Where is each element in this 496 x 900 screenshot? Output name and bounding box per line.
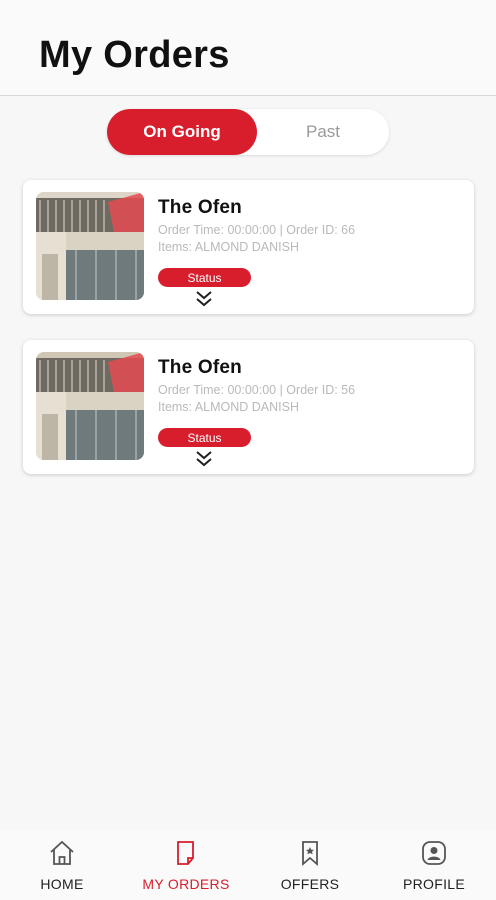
my-orders-screen: My Orders On Going Past The Ofen Order T…: [0, 0, 496, 900]
orders-icon: [177, 841, 194, 865]
nav-label: OFFERS: [280, 876, 340, 892]
restaurant-image: [36, 352, 144, 460]
order-items: Items: ALMOND DANISH: [158, 240, 299, 254]
nav-offers[interactable]: OFFERS: [248, 830, 372, 900]
header: My Orders: [0, 0, 496, 96]
nav-my-orders[interactable]: MY ORDERS: [124, 830, 248, 900]
double-chevron-down-icon[interactable]: [193, 290, 215, 308]
nav-label: PROFILE: [402, 876, 465, 892]
status-badge[interactable]: Status: [158, 428, 251, 447]
status-badge[interactable]: Status: [158, 268, 251, 287]
order-card[interactable]: The Ofen Order Time: 00:00:00 | Order ID…: [23, 340, 474, 474]
profile-icon: [422, 841, 446, 865]
bookmark-icon: [302, 841, 318, 866]
home-icon: [50, 840, 74, 865]
bottom-navigation: HOME MY ORDERS OFFERS PROFILE: [0, 830, 496, 900]
nav-home[interactable]: HOME: [0, 830, 124, 900]
double-chevron-down-icon[interactable]: [193, 450, 215, 468]
restaurant-name: The Ofen: [158, 357, 242, 378]
restaurant-name: The Ofen: [158, 197, 242, 218]
tab-past[interactable]: Past: [257, 109, 389, 155]
page-title: My Orders: [39, 34, 230, 76]
order-time-id: Order Time: 00:00:00 | Order ID: 56: [158, 383, 356, 397]
restaurant-image: [36, 192, 144, 300]
order-time-id: Order Time: 00:00:00 | Order ID: 66: [158, 223, 356, 237]
order-tabs: On Going Past: [107, 109, 389, 155]
nav-label: HOME: [40, 876, 84, 892]
nav-profile[interactable]: PROFILE: [372, 830, 496, 900]
tab-on-going[interactable]: On Going: [107, 109, 257, 155]
order-card[interactable]: The Ofen Order Time: 00:00:00 | Order ID…: [23, 180, 474, 314]
order-items: Items: ALMOND DANISH: [158, 400, 299, 414]
nav-label: MY ORDERS: [142, 876, 230, 892]
